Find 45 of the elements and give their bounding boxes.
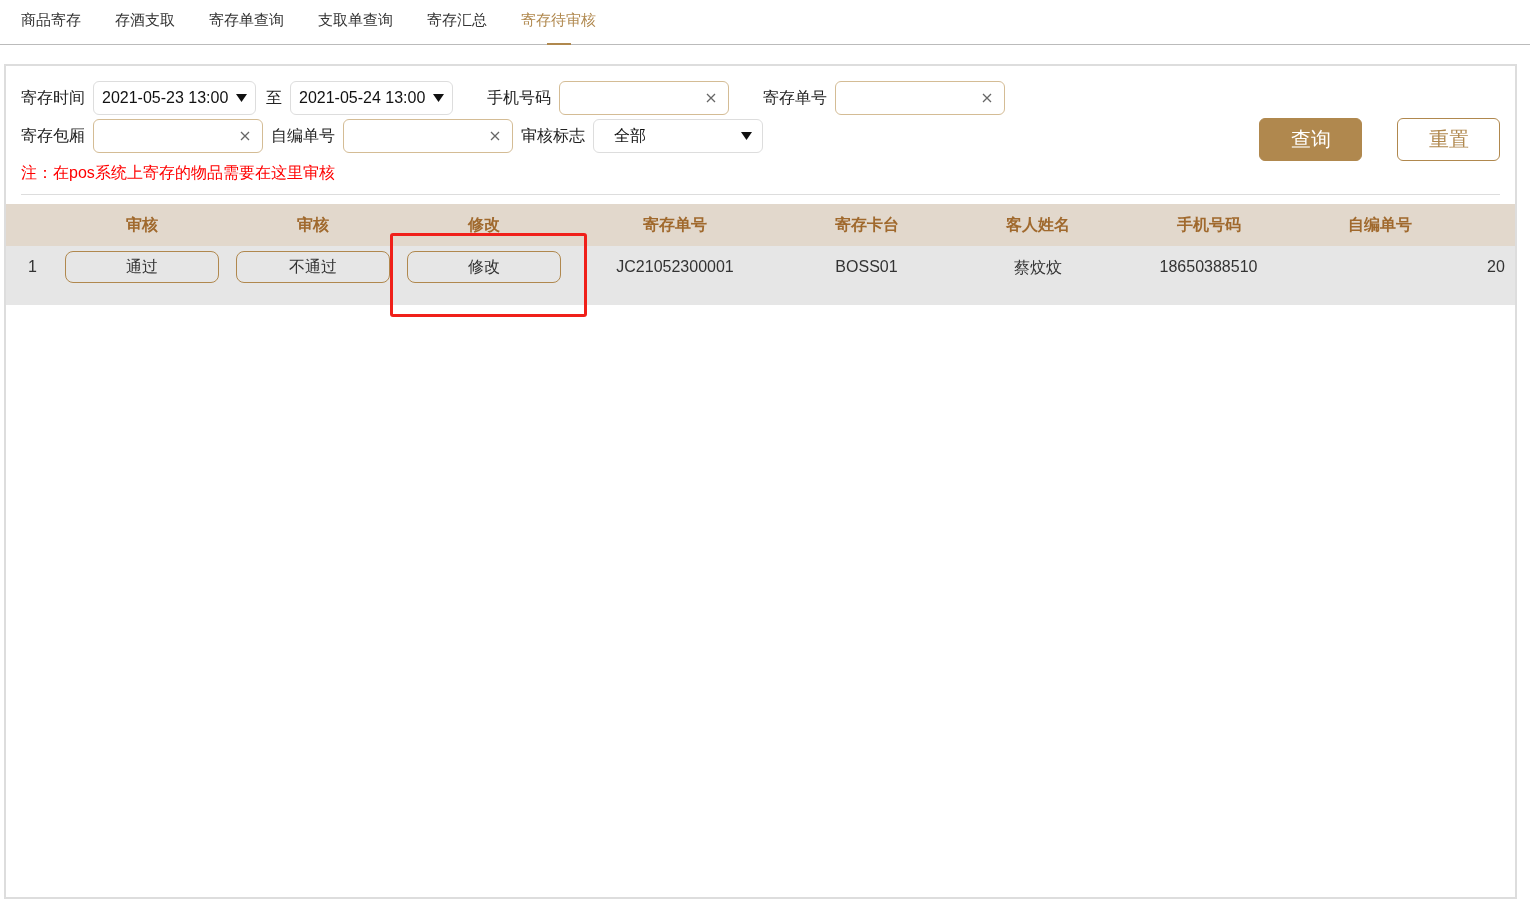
tab[interactable]: 寄存单查询 <box>192 0 301 44</box>
table-cell-text: 20 <box>1486 257 1506 276</box>
action-button[interactable]: 修改 <box>406 251 561 283</box>
input-field[interactable] <box>93 119 263 153</box>
column-header: 审核 <box>124 214 159 235</box>
clear-icon[interactable] <box>706 93 716 103</box>
field-label: 寄存单号 <box>763 87 827 108</box>
field-label: 手机号码 <box>487 87 551 108</box>
tab[interactable]: 存酒支取 <box>98 0 192 44</box>
status-dropdown[interactable]: 全部 <box>593 119 763 153</box>
dropdown-arrow-icon[interactable] <box>236 94 247 102</box>
row-index: 1 <box>27 257 38 276</box>
dropdown-arrow-icon[interactable] <box>741 132 752 140</box>
table-cell-text: 18650388510 <box>1158 257 1259 276</box>
table-cell-text: JC21052300001 <box>615 257 735 276</box>
table-row[interactable]: 1 通过 不通过 修改 JC21052300001 BOSS01 蔡炆炆 18650388510 20 <box>6 246 1515 305</box>
column-header: 自编单号 <box>1346 214 1413 235</box>
field-label: 自编单号 <box>271 125 335 146</box>
column-header: 手机号码 <box>1175 214 1242 235</box>
table-cell-text: 蔡炆炆 <box>1012 258 1063 278</box>
tab[interactable]: 支取单查询 <box>301 0 410 44</box>
action-button[interactable]: 不通过 <box>235 251 390 283</box>
field-label: 审核标志 <box>521 125 585 146</box>
column-header: 寄存卡台 <box>833 214 900 235</box>
tab[interactable]: 商品寄存 <box>4 0 98 44</box>
field-label: 寄存时间 <box>21 87 85 108</box>
note-text: 注：在pos系统上寄存的物品需要在这里审核 <box>21 163 336 183</box>
dropdown-arrow-icon[interactable] <box>433 94 444 102</box>
clear-icon[interactable] <box>240 131 250 141</box>
clear-icon[interactable] <box>982 93 992 103</box>
column-header: 客人姓名 <box>1004 214 1071 235</box>
column-header: 寄存单号 <box>642 214 708 235</box>
column-header: 修改 <box>466 214 501 235</box>
column-header: 审核 <box>295 214 330 235</box>
input-field[interactable] <box>343 119 513 153</box>
date-dropdown[interactable]: 2021-05-24 13:00 <box>290 81 453 115</box>
action-button[interactable]: 通过 <box>64 251 219 283</box>
clear-icon[interactable] <box>490 131 500 141</box>
field-label: 寄存包厢 <box>21 125 85 146</box>
input-field[interactable] <box>559 81 729 115</box>
date-dropdown[interactable]: 2021-05-23 13:00 <box>93 81 256 115</box>
tab[interactable]: 寄存汇总 <box>410 0 504 44</box>
input-field[interactable] <box>835 81 1005 115</box>
field-label: 至 <box>266 87 282 108</box>
table-cell-text: BOSS01 <box>834 257 899 276</box>
